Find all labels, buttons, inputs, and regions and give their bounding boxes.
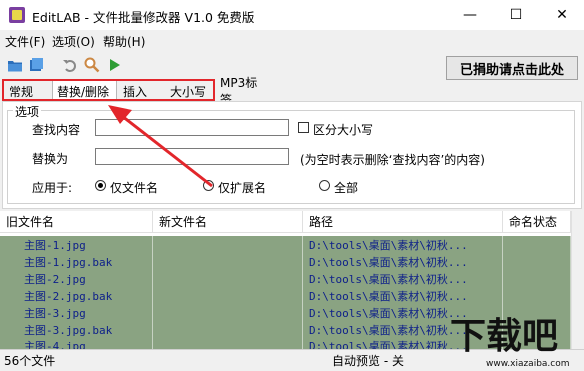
find-input[interactable] bbox=[95, 119, 289, 136]
menu-help[interactable]: 帮助(H) bbox=[103, 33, 145, 50]
replace-input[interactable] bbox=[95, 148, 289, 165]
cell-old-name: 主图-3.jpg.bak bbox=[0, 321, 153, 338]
column-header-status[interactable]: 命名状态 bbox=[503, 211, 571, 233]
find-label: 查找内容 bbox=[32, 123, 81, 137]
window-title: EditLAB - 文件批量修改器 V1.0 免费版 bbox=[32, 10, 255, 25]
radio-filename-only[interactable] bbox=[95, 180, 106, 191]
app-icon bbox=[9, 7, 25, 23]
table-row[interactable]: 主图-1.jpg.bak D:\tools\桌面\素材\初秋... bbox=[0, 253, 571, 270]
menu-options[interactable]: 选项(O) bbox=[52, 33, 95, 50]
replace-label: 替换为 bbox=[32, 152, 69, 166]
radio-all-label: 全部 bbox=[334, 181, 359, 195]
status-auto-preview[interactable]: 自动预览 - 关 bbox=[332, 352, 404, 369]
radio-all[interactable] bbox=[319, 180, 330, 191]
options-legend: 选项 bbox=[13, 103, 42, 120]
cell-path: D:\tools\桌面\素材\初秋... bbox=[303, 253, 503, 270]
cell-old-name: 主图-4.jpg bbox=[0, 338, 153, 349]
open-folder-icon[interactable] bbox=[7, 57, 23, 73]
column-header-new-name[interactable]: 新文件名 bbox=[153, 211, 303, 233]
cell-new-name bbox=[153, 304, 303, 321]
radio-extension-label: 仅扩展名 bbox=[218, 181, 267, 195]
cell-path: D:\tools\桌面\素材\初秋... bbox=[303, 236, 503, 253]
cell-status bbox=[503, 236, 571, 253]
minimize-button[interactable]: — bbox=[447, 0, 493, 30]
watermark-url: www.xiazaiba.com bbox=[486, 359, 570, 369]
cell-new-name bbox=[153, 338, 303, 349]
open-files-icon[interactable] bbox=[28, 57, 44, 73]
cell-old-name: 主图-1.jpg.bak bbox=[0, 253, 153, 270]
cell-old-name: 主图-1.jpg bbox=[0, 236, 153, 253]
column-header-old-name[interactable]: 旧文件名 bbox=[0, 211, 153, 233]
cell-new-name bbox=[153, 287, 303, 304]
radio-extension-only[interactable] bbox=[203, 180, 214, 191]
cell-new-name bbox=[153, 253, 303, 270]
apply-label: 应用于: bbox=[32, 181, 73, 195]
undo-icon[interactable] bbox=[62, 57, 78, 73]
tab-case[interactable]: 大小写 bbox=[166, 82, 212, 100]
tab-insert[interactable]: 插入 bbox=[119, 82, 159, 100]
cell-new-name bbox=[153, 321, 303, 338]
table-row[interactable]: 主图-2.jpg.bak D:\tools\桌面\素材\初秋... bbox=[0, 287, 571, 304]
watermark-text: 下载吧 bbox=[450, 316, 558, 357]
table-row[interactable]: 主图-2.jpg D:\tools\桌面\素材\初秋... bbox=[0, 270, 571, 287]
menu-file[interactable]: 文件(F) bbox=[5, 33, 45, 50]
replace-hint: (为空时表示删除‘查找内容’的内容) bbox=[300, 153, 485, 167]
cell-new-name bbox=[153, 270, 303, 287]
run-icon[interactable] bbox=[106, 57, 122, 73]
table-row[interactable]: 主图-1.jpg D:\tools\桌面\素材\初秋... bbox=[0, 236, 571, 253]
tab-replace-delete[interactable]: 替换/删除 bbox=[52, 80, 117, 101]
cell-status bbox=[503, 270, 571, 287]
search-icon[interactable] bbox=[84, 57, 100, 73]
cell-status bbox=[503, 253, 571, 270]
title-bar: EditLAB - 文件批量修改器 V1.0 免费版 — ☐ ✕ bbox=[0, 0, 584, 30]
cell-new-name bbox=[153, 236, 303, 253]
tab-general[interactable]: 常规 bbox=[5, 82, 45, 100]
case-label: 区分大小写 bbox=[313, 123, 374, 137]
radio-filename-label: 仅文件名 bbox=[110, 181, 159, 195]
status-file-count: 56个文件 bbox=[4, 354, 56, 368]
donate-button[interactable]: 已捐助请点击此处 bbox=[446, 56, 578, 80]
tab-mp3-tags[interactable]: MP3标签 bbox=[216, 76, 266, 107]
cell-path: D:\tools\桌面\素材\初秋... bbox=[303, 270, 503, 287]
column-header-path[interactable]: 路径 bbox=[303, 211, 503, 233]
maximize-button[interactable]: ☐ bbox=[493, 0, 539, 30]
options-group bbox=[7, 110, 575, 204]
cell-old-name: 主图-2.jpg bbox=[0, 270, 153, 287]
cell-path: D:\tools\桌面\素材\初秋... bbox=[303, 287, 503, 304]
cell-status bbox=[503, 287, 571, 304]
watermark-logo: 下载吧 www.xiazaiba.com bbox=[450, 316, 570, 369]
cell-old-name: 主图-2.jpg.bak bbox=[0, 287, 153, 304]
case-checkbox[interactable] bbox=[298, 122, 309, 133]
cell-old-name: 主图-3.jpg bbox=[0, 304, 153, 321]
close-button[interactable]: ✕ bbox=[539, 0, 584, 30]
